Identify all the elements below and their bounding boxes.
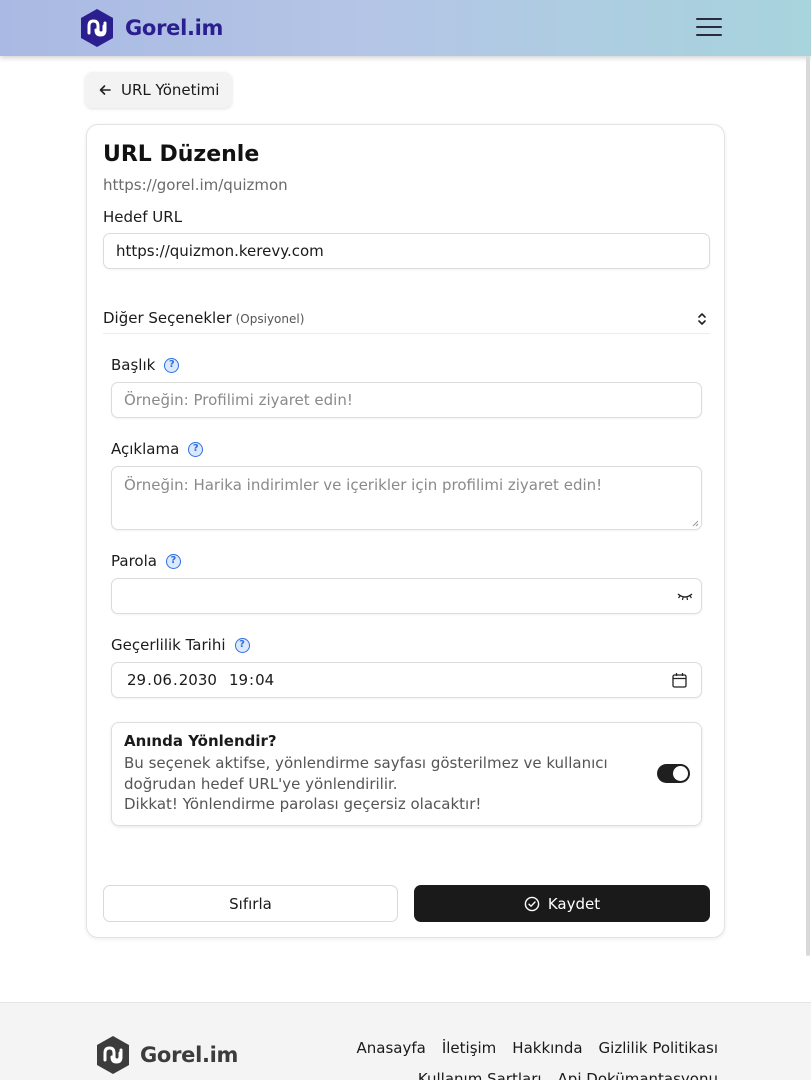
reset-button[interactable]: Sıfırla	[103, 885, 398, 922]
instant-redirect-title: Anında Yönlendir?	[124, 732, 277, 750]
instant-redirect-line1: Bu seçenek aktifse, yönlendirme sayfası …	[124, 754, 608, 793]
title-input[interactable]: Örneğin: Profilimi ziyaret edin!	[111, 382, 702, 418]
password-label-text: Parola	[111, 552, 157, 570]
target-url-label: Hedef URL	[103, 208, 182, 226]
footer-link-anasayfa[interactable]: Anasayfa	[357, 1039, 426, 1057]
description-label-text: Açıklama	[111, 440, 180, 458]
footer-logo[interactable]: Gorel.im	[94, 1035, 238, 1075]
target-url-input[interactable]: https://quizmon.kerevy.com	[103, 233, 710, 269]
chevron-up-down-icon	[698, 313, 706, 325]
footer-link-kullanim[interactable]: Kullanım Şartları	[418, 1070, 542, 1080]
date-month[interactable]: 06	[153, 671, 172, 689]
time-minute[interactable]: 04	[255, 671, 274, 689]
toggle-knob	[673, 766, 688, 781]
description-label: Açıklama ?	[111, 440, 204, 458]
instant-redirect-box: Anında Yönlendir? Bu seçenek aktifse, yö…	[111, 722, 702, 826]
expiry-label-text: Geçerlilik Tarihi	[111, 636, 226, 654]
footer-nav: Anasayfa İletişim Hakkında Gizlilik Poli…	[357, 1039, 719, 1057]
time-hour[interactable]: 19	[229, 671, 248, 689]
footer: Gorel.im Anasayfa İletişim Hakkında Gizl…	[0, 1002, 811, 1080]
instant-redirect-toggle[interactable]	[657, 764, 690, 783]
footer-brand-name: Gorel.im	[140, 1043, 239, 1067]
eye-closed-icon[interactable]	[677, 589, 693, 603]
footer-nav-secondary: Kullanım Şartları Api Dokümantasyonu	[418, 1070, 718, 1080]
title-label: Başlık ?	[111, 356, 180, 374]
options-toggle[interactable]: Diğer Seçenekler (Opsiyonel)	[103, 306, 710, 334]
instant-redirect-line2: Dikkat! Yönlendirme parolası geçersiz ol…	[124, 795, 482, 813]
help-icon[interactable]: ?	[234, 637, 250, 653]
title-placeholder: Örneğin: Profilimi ziyaret edin!	[124, 391, 353, 409]
hamburger-line	[696, 26, 722, 28]
resize-grip-icon[interactable]	[692, 520, 699, 527]
target-url-label-text: Hedef URL	[103, 208, 183, 226]
brand-logo[interactable]: Gorel.im	[78, 8, 223, 48]
help-icon[interactable]: ?	[165, 553, 181, 569]
logo-icon	[81, 9, 113, 47]
help-icon[interactable]: ?	[188, 441, 204, 457]
save-button-label: Kaydet	[547, 894, 601, 913]
time-sep: :	[249, 671, 255, 689]
help-icon[interactable]: ?	[164, 357, 180, 373]
date-day[interactable]: 29	[127, 671, 146, 689]
scrollbar[interactable]	[806, 56, 810, 956]
calendar-icon[interactable]	[672, 672, 687, 688]
arrow-left-icon	[99, 85, 111, 95]
options-hint: (Opsiyonel)	[235, 312, 305, 326]
date-year[interactable]: 2030	[179, 671, 217, 689]
logo-icon	[97, 1036, 129, 1074]
expiry-datetime-input[interactable]: 29. 06. 2030 19: 04	[111, 662, 702, 698]
date-sep: .	[147, 671, 152, 689]
check-circle-icon	[524, 896, 540, 911]
top-header: Gorel.im	[0, 0, 811, 56]
footer-link-hakkinda[interactable]: Hakkında	[512, 1039, 582, 1057]
reset-button-label: Sıfırla	[229, 894, 272, 913]
date-sep: .	[172, 671, 178, 689]
target-url-value: https://quizmon.kerevy.com	[116, 242, 324, 260]
description-placeholder: Örneğin: Harika indirimler ve içerikler …	[124, 476, 603, 494]
password-label: Parola ?	[111, 552, 181, 570]
footer-link-iletisim[interactable]: İletişim	[442, 1039, 496, 1057]
options-title-text: Diğer Seçenekler	[103, 309, 232, 327]
short-url: https://gorel.im/quizmon	[103, 176, 288, 194]
hamburger-line	[696, 34, 722, 36]
back-button-label: URL Yönetimi	[121, 81, 220, 99]
options-title: Diğer Seçenekler (Opsiyonel)	[103, 309, 304, 327]
instant-redirect-description: Bu seçenek aktifse, yönlendirme sayfası …	[124, 753, 654, 815]
title-label-text: Başlık	[111, 356, 156, 374]
back-button[interactable]: URL Yönetimi	[85, 72, 233, 108]
password-input[interactable]	[111, 578, 702, 614]
save-button[interactable]: Kaydet	[414, 885, 710, 922]
menu-button[interactable]	[696, 17, 722, 37]
page-title: URL Düzenle	[103, 142, 260, 167]
expiry-label: Geçerlilik Tarihi ?	[111, 636, 250, 654]
footer-link-api[interactable]: Api Dokümantasyonu	[558, 1070, 718, 1080]
brand-name: Gorel.im	[125, 16, 224, 40]
edit-url-card: URL Düzenle https://gorel.im/quizmon Hed…	[86, 124, 725, 938]
hamburger-icon	[696, 18, 722, 20]
description-textarea[interactable]: Örneğin: Harika indirimler ve içerikler …	[111, 466, 702, 530]
footer-link-gizlilik[interactable]: Gizlilik Politikası	[599, 1039, 718, 1057]
datetime-value: 29. 06. 2030 19: 04	[127, 671, 274, 689]
